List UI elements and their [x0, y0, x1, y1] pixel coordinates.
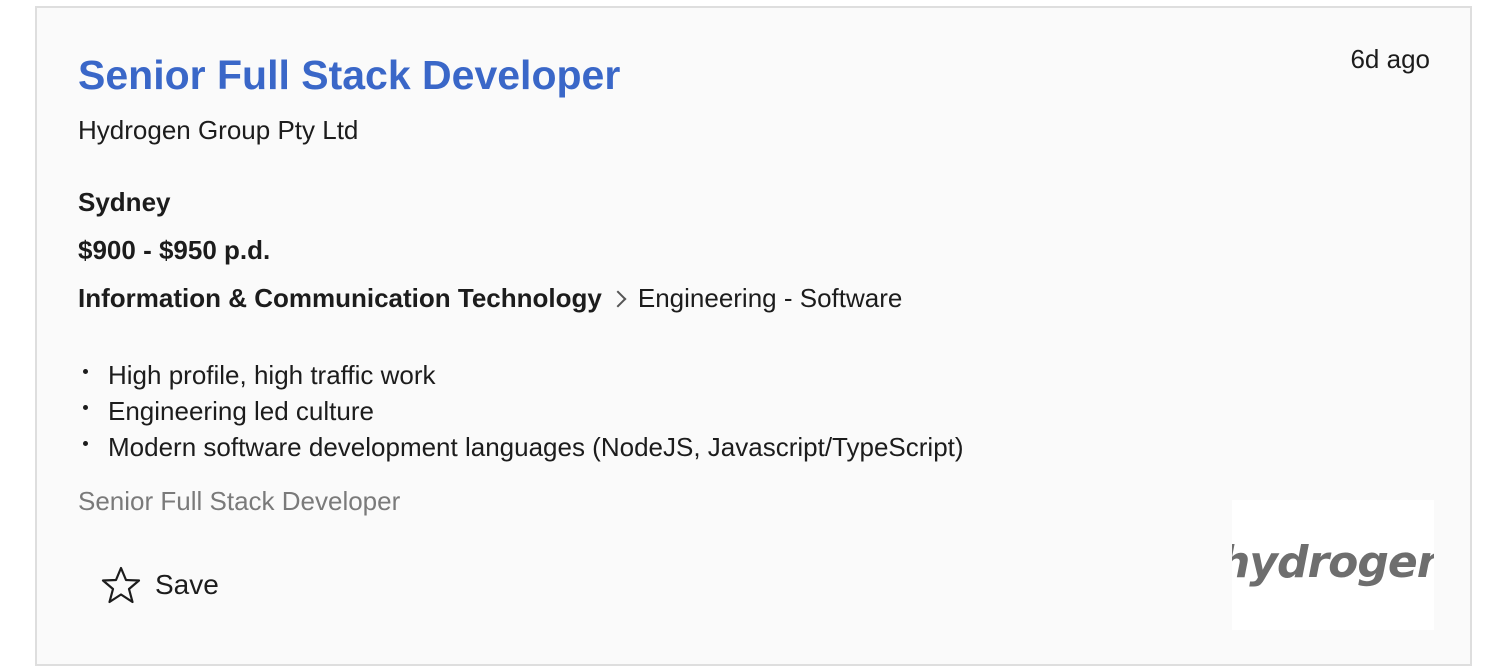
company-logo[interactable]: hydrogen: [1232, 500, 1434, 630]
list-item: Engineering led culture: [78, 393, 964, 429]
hydrogen-logo-icon: hydrogen: [1232, 537, 1434, 588]
job-location[interactable]: Sydney: [78, 187, 171, 218]
job-salary: $900 - $950 p.d.: [78, 235, 271, 265]
job-classification: Information & Communication Technology E…: [78, 283, 902, 314]
selling-point-text: High profile, high traffic work: [108, 360, 436, 390]
list-item: Modern software development languages (N…: [78, 429, 964, 465]
classification-link[interactable]: Information & Communication Technology: [78, 283, 602, 314]
sub-classification-link[interactable]: Engineering - Software: [638, 283, 902, 314]
logo-text: hydrogen: [1232, 537, 1434, 588]
job-card[interactable]: Senior Full Stack Developer 6d ago Hydro…: [35, 6, 1472, 666]
bullet-icon: [83, 369, 88, 374]
bullet-icon: [83, 405, 88, 410]
save-label: Save: [155, 569, 219, 600]
star-outline-icon: [101, 566, 141, 604]
selling-point-text: Engineering led culture: [108, 396, 374, 426]
selling-points-list: High profile, high traffic work Engineer…: [78, 357, 964, 465]
company-name-link[interactable]: Hydrogen Group Pty Ltd: [78, 115, 358, 146]
listing-date: 6d ago: [1350, 44, 1430, 74]
job-teaser: Senior Full Stack Developer: [78, 486, 401, 516]
list-item: High profile, high traffic work: [78, 357, 964, 393]
save-job-button[interactable]: Save: [101, 565, 219, 605]
chevron-right-icon: [609, 290, 627, 307]
bullet-icon: [83, 441, 88, 446]
selling-point-text: Modern software development languages (N…: [108, 432, 964, 462]
job-title-link[interactable]: Senior Full Stack Developer: [78, 52, 620, 99]
